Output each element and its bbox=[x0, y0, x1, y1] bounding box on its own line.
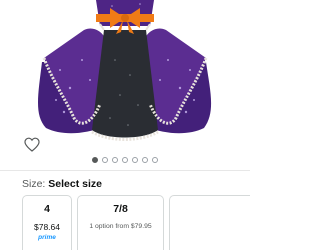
size-option-4[interactable]: 4 $78.64 prime bbox=[22, 195, 72, 250]
bow-knot bbox=[121, 14, 129, 22]
carousel-dot[interactable] bbox=[122, 157, 128, 163]
carousel-dot[interactable] bbox=[92, 157, 98, 163]
size-option-label: 7/8 bbox=[113, 203, 128, 215]
section-divider bbox=[0, 170, 250, 171]
wishlist-button[interactable] bbox=[22, 134, 42, 154]
carousel-dot[interactable] bbox=[132, 157, 138, 163]
prime-badge: prime bbox=[38, 234, 56, 241]
size-label: Size: bbox=[22, 178, 46, 190]
heart-outline-icon bbox=[24, 137, 40, 152]
size-option-label: 4 bbox=[44, 203, 50, 215]
size-option-next[interactable] bbox=[169, 195, 250, 250]
carousel-indicator[interactable] bbox=[0, 156, 250, 164]
size-option-7-8[interactable]: 7/8 1 option from $79.95 bbox=[77, 195, 164, 250]
carousel-dot[interactable] bbox=[152, 157, 158, 163]
dress-bodice bbox=[96, 0, 154, 26]
size-selector-label: Size: Select size bbox=[22, 177, 102, 191]
size-option-offer-note: 1 option from $79.95 bbox=[89, 223, 152, 230]
size-option-price: $78.64 bbox=[34, 222, 60, 232]
product-image[interactable] bbox=[0, 0, 250, 152]
carousel-dot[interactable] bbox=[112, 157, 118, 163]
carousel-dot[interactable] bbox=[102, 157, 108, 163]
size-value: Select size bbox=[48, 178, 102, 190]
carousel-dot[interactable] bbox=[142, 157, 148, 163]
